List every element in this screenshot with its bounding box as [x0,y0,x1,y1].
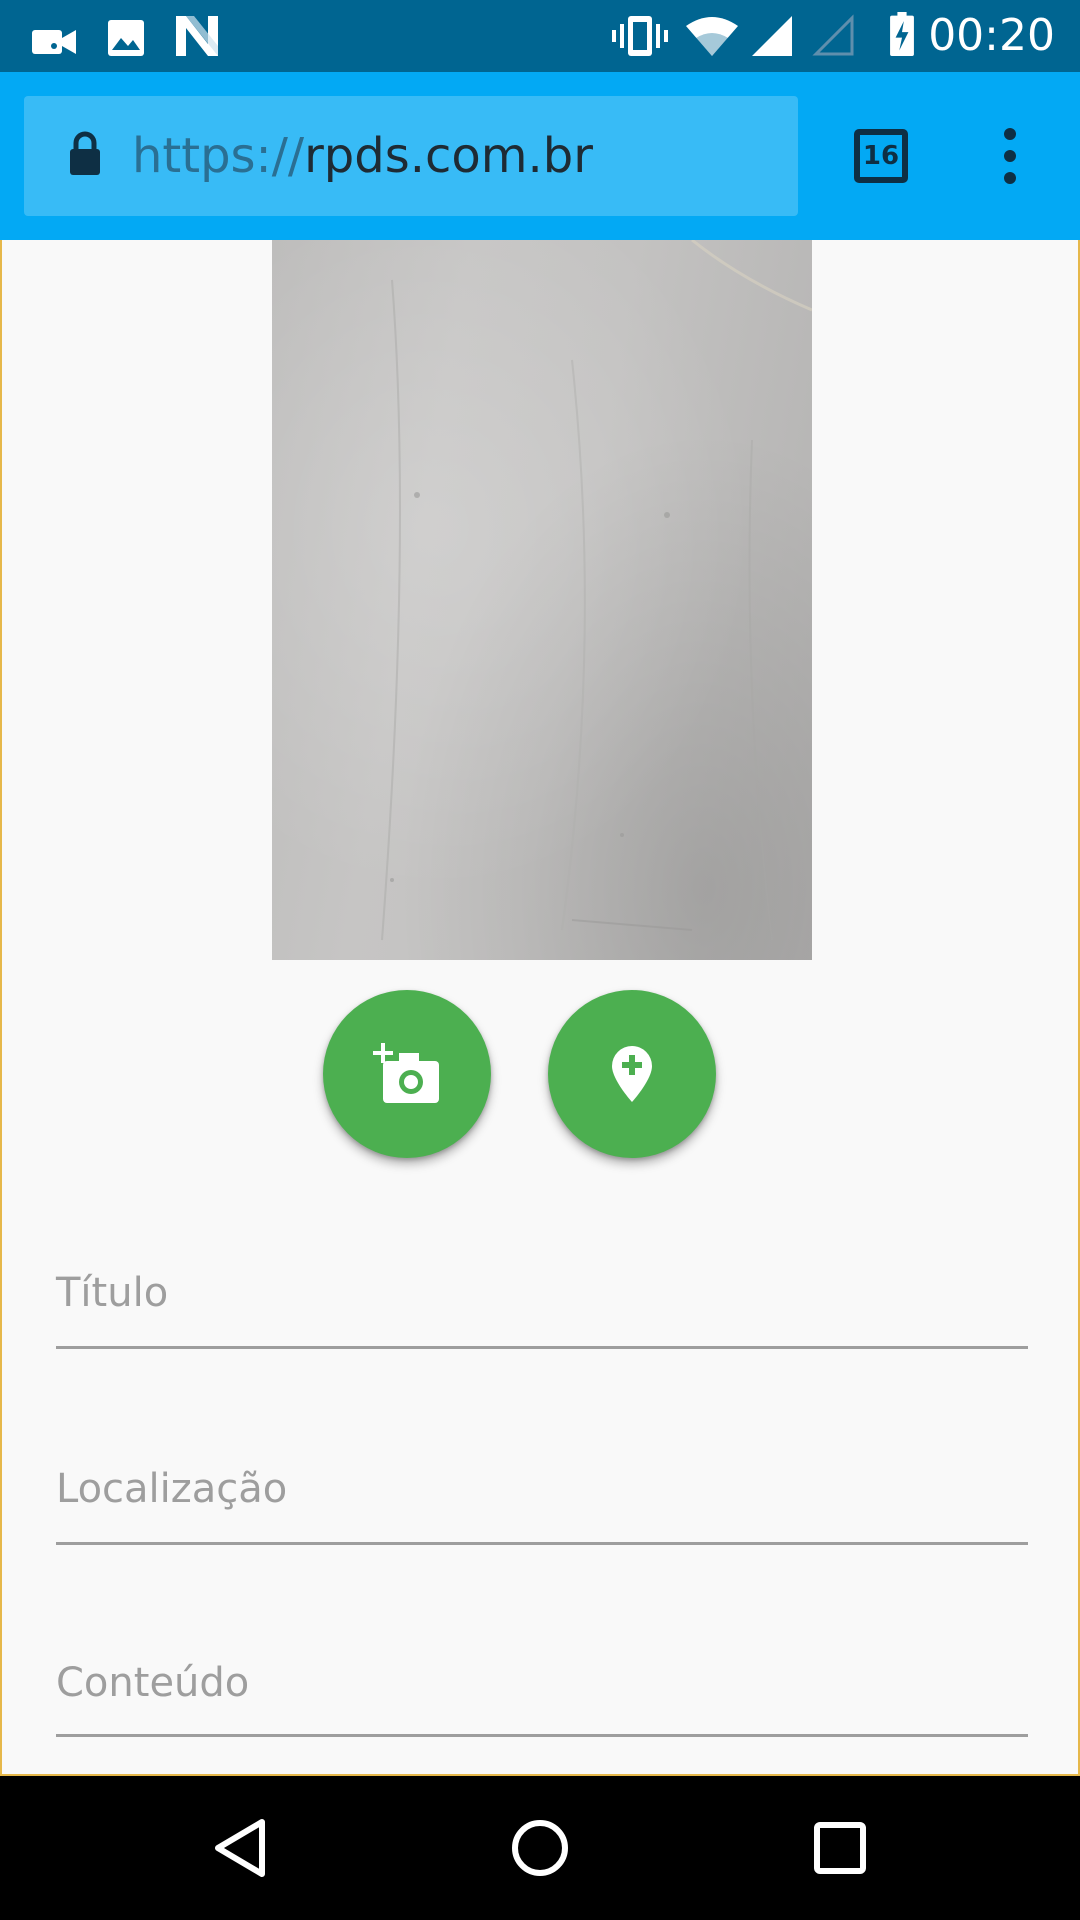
add-location-button[interactable] [548,990,716,1158]
title-field[interactable]: Título [56,1230,1028,1349]
status-time: 00:20 [928,10,1055,61]
photo-texture [381,240,812,941]
signal-empty-icon [812,14,854,56]
location-field[interactable]: Localização [56,1424,1028,1545]
add-location-icon [612,1046,652,1102]
location-field-label: Localização [56,1466,288,1512]
add-photo-button[interactable] [323,990,491,1158]
back-icon[interactable] [212,1818,272,1878]
signal-icon [752,16,792,56]
lock-icon [70,131,100,175]
vibrate-icon [612,16,668,56]
page-content: Título Localização Conteúdo [0,240,1080,1776]
navigation-bar [0,1776,1080,1920]
url-host: rpds.com.br [304,128,593,184]
url-bar[interactable]: https://rpds.com.br [24,96,798,216]
content-field[interactable]: Conteúdo [56,1620,1028,1737]
image-icon [108,20,144,56]
status-bar: 00:20 [0,0,1080,72]
recents-icon[interactable] [812,1818,868,1878]
content-field-label: Conteúdo [56,1660,250,1706]
url-text: https://rpds.com.br [132,124,593,188]
more-menu-icon[interactable] [990,124,1030,188]
add-a-photo-icon [373,1043,439,1103]
home-icon[interactable] [508,1818,572,1882]
photo-preview [272,240,812,960]
url-scheme: https:// [132,128,305,184]
tab-switcher-button[interactable]: 16 [854,129,908,183]
title-field-label: Título [56,1270,169,1316]
browser-toolbar: https://rpds.com.br 16 [0,72,1080,240]
video-call-icon [32,30,76,54]
battery-charging-icon [890,12,914,56]
wifi-icon [686,17,738,56]
n-logo-icon [176,16,218,56]
